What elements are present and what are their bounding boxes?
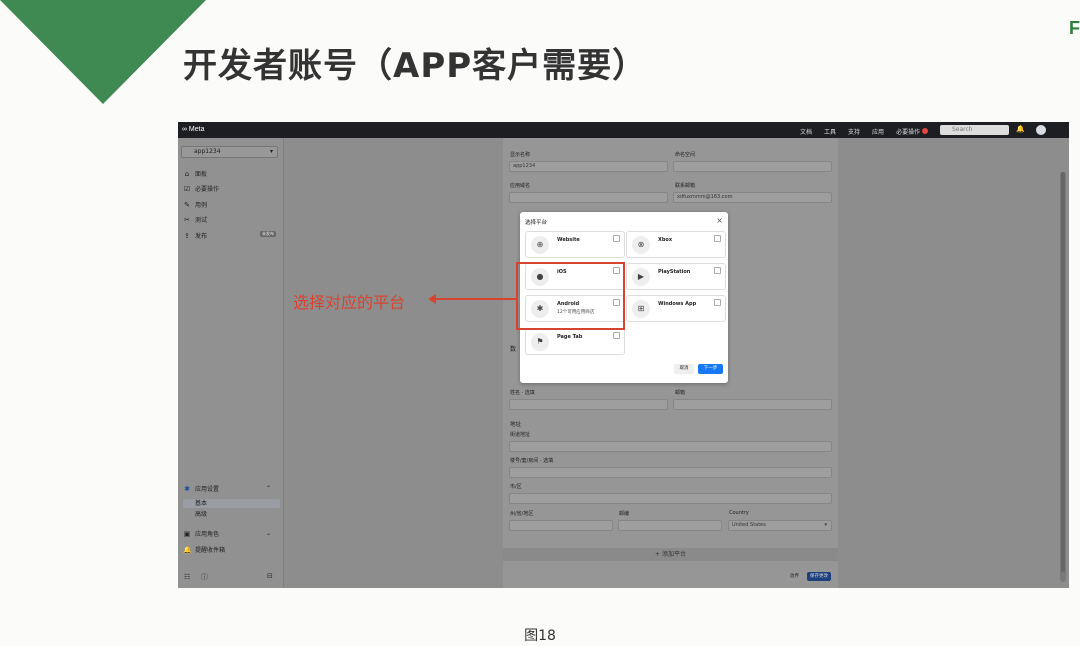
name-label: 姓名 · 选填 — [510, 390, 535, 396]
save-button[interactable]: 保存更改 — [807, 572, 831, 581]
add-platform-button[interactable]: + 添加平台 — [503, 548, 838, 561]
email-field[interactable] — [673, 399, 832, 410]
playstation-icon: ▶ — [632, 268, 650, 286]
status-badge: 未发布 — [260, 231, 276, 237]
list-icon[interactable]: ☷ — [184, 573, 190, 581]
checkbox[interactable] — [613, 235, 620, 242]
zip-field[interactable] — [618, 520, 722, 531]
meta-logo[interactable]: ∞ Meta — [182, 126, 205, 133]
top-bar: ∞ Meta 文档 工具 支持 应用 必要操作 Search 🔔 — [178, 122, 1069, 138]
sidebar-item-alerts[interactable]: 🔔 提醒收件箱 — [183, 545, 225, 555]
home-icon: ⌂ — [184, 169, 190, 178]
nav-apps[interactable]: 应用 — [872, 127, 884, 136]
top-nav: 文档 工具 支持 应用 必要操作 — [800, 127, 929, 136]
sidebar-item-test[interactable]: ✂ 测试 — [183, 215, 207, 225]
data-section-label: 数 — [510, 346, 517, 353]
sidebar-item-roles[interactable]: ▣ 应用角色 ⌄ — [183, 529, 271, 539]
xbox-icon: ⊗ — [632, 236, 650, 254]
name-field[interactable] — [509, 399, 668, 410]
pencil-icon: ✎ — [184, 200, 190, 209]
collapse-icon[interactable]: ⊟ — [267, 572, 273, 580]
annotation-arrow — [428, 294, 516, 304]
country-select[interactable]: United States ▾ — [728, 520, 832, 531]
platform-card-xbox[interactable]: ⊗ Xbox — [626, 231, 726, 258]
city-field[interactable] — [509, 493, 832, 504]
apt-label: 楼号/套/房间 · 选填 — [510, 458, 554, 464]
street-label: 街道地址 — [510, 432, 531, 438]
bell-icon: 🔔 — [183, 545, 192, 554]
checkbox[interactable] — [714, 267, 721, 274]
nav-tools[interactable]: 工具 — [824, 127, 836, 136]
namespace-label: 命名空间 — [675, 152, 696, 158]
roles-icon: ▣ — [183, 529, 191, 538]
nav-support[interactable]: 支持 — [848, 127, 860, 136]
discard-button[interactable]: 放弃 — [787, 572, 802, 581]
contact-email-label: 联系邮箱 — [675, 183, 696, 189]
checkbox[interactable] — [714, 235, 721, 242]
zip-label: 邮编 — [619, 511, 630, 517]
sidebar: app1234 ▾ ⌂ 面板 ☑ 必要操作 ✎ 用例 ✂ 测试 ⇪ 发布 未发布 ✱ 应用设置… — [178, 138, 284, 588]
sidebar-item-usecases[interactable]: ✎ 用例 — [183, 200, 207, 210]
platform-card-windows[interactable]: ⊞ Windows App — [626, 295, 726, 322]
sidebar-item-dashboard[interactable]: ⌂ 面板 — [183, 169, 207, 179]
sidebar-sub-basic[interactable]: 基本 — [183, 499, 280, 508]
decorative-triangle — [0, 0, 206, 104]
app-domain-field[interactable] — [509, 192, 668, 203]
dialog-title: 选择平台 — [525, 220, 548, 226]
app-selector[interactable]: app1234 ▾ — [181, 146, 278, 158]
close-icon[interactable]: × — [716, 216, 723, 225]
street-field[interactable] — [509, 441, 832, 452]
figure-caption: 图18 — [524, 628, 556, 644]
next-button[interactable]: 下一步 — [698, 364, 723, 374]
chevron-down-icon: ⌄ — [266, 530, 272, 537]
address-section-title: 地址 — [510, 422, 522, 428]
help-icon[interactable]: ⓘ — [201, 572, 208, 582]
annotation-text: 选择对应的平台 — [293, 293, 406, 312]
chevron-down-icon: ▾ — [824, 522, 827, 528]
checkbox[interactable] — [613, 332, 620, 339]
gear-icon: ✱ — [184, 484, 190, 493]
app-domain-label: 应用域名 — [510, 183, 531, 189]
sidebar-item-required[interactable]: ☑ 必要操作 — [183, 184, 219, 194]
email-label: 邮箱 — [675, 390, 686, 396]
apt-field[interactable] — [509, 467, 832, 478]
nav-docs[interactable]: 文档 — [800, 127, 812, 136]
nav-required-actions[interactable]: 必要操作 — [896, 127, 929, 136]
contact-email-field[interactable]: xdfuxmmm@163.com — [673, 192, 832, 203]
search-input[interactable]: Search — [940, 125, 1009, 135]
checklist-icon: ☑ — [183, 184, 191, 193]
state-label: 州/省/地区 — [510, 511, 534, 517]
avatar[interactable] — [1036, 125, 1046, 135]
state-field[interactable] — [509, 520, 613, 531]
platform-card-page-tab[interactable]: ⚑ Page Tab — [525, 328, 625, 355]
windows-icon: ⊞ — [632, 300, 650, 318]
platform-card-playstation[interactable]: ▶ PlayStation — [626, 263, 726, 290]
display-name-field[interactable]: app1234 — [509, 161, 668, 172]
chevron-down-icon: ▾ — [269, 148, 273, 155]
sidebar-item-settings[interactable]: ✱ 应用设置 ⌃ — [183, 484, 271, 494]
chevron-up-icon: ⌃ — [266, 485, 272, 492]
sidebar-sub-advanced[interactable]: 高级 — [183, 510, 280, 519]
cancel-button[interactable]: 取消 — [674, 364, 694, 374]
namespace-field[interactable] — [673, 161, 832, 172]
flag-icon: ⚑ — [531, 333, 549, 351]
display-name-label: 显示名称 — [510, 152, 531, 158]
bell-icon[interactable]: 🔔 — [1016, 125, 1025, 133]
slide-title: 开发者账号（APP客户需要） — [183, 46, 648, 86]
highlight-box — [516, 262, 625, 330]
checkbox[interactable] — [714, 299, 721, 306]
corner-letter: F — [1069, 18, 1080, 38]
globe-icon: ⊕ — [531, 236, 549, 254]
alert-badge — [922, 128, 929, 134]
sidebar-item-publish[interactable]: ⇪ 发布 — [183, 231, 207, 241]
platform-card-website[interactable]: ⊕ Website — [525, 231, 625, 258]
test-icon: ✂ — [184, 215, 190, 224]
country-label: Country — [729, 510, 749, 516]
city-label: 市/区 — [510, 484, 522, 490]
scrollbar[interactable] — [1060, 172, 1066, 582]
upload-icon: ⇪ — [184, 231, 190, 240]
